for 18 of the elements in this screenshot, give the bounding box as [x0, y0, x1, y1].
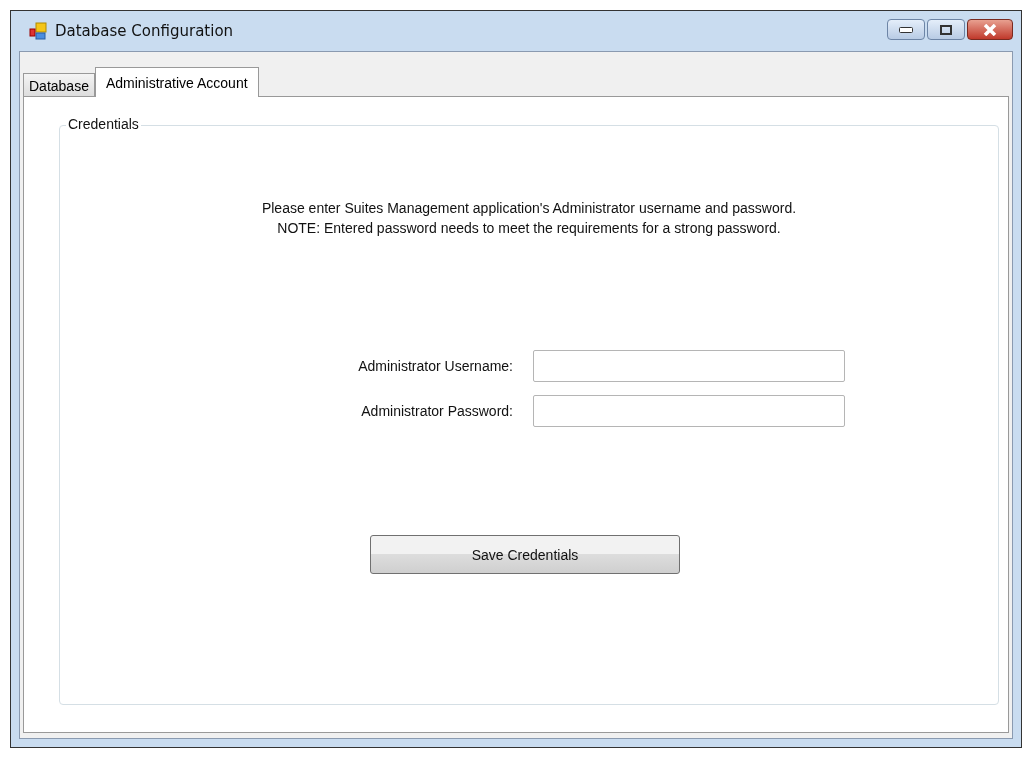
input-field[interactable]	[533, 350, 845, 382]
tab[interactable]: Database	[23, 73, 95, 97]
field-label: Administrator Username:	[357, 358, 513, 374]
instruction-text: Please enter Suites Management application's Administrator username and password.	[261, 199, 797, 218]
maximize-icon	[940, 24, 952, 35]
group-title: Credentials	[66, 116, 141, 132]
minimize-button[interactable]	[887, 19, 925, 40]
tab[interactable]: Administrative Account	[94, 67, 259, 97]
close-button[interactable]	[967, 19, 1013, 40]
maximize-button[interactable]	[927, 19, 965, 40]
app-icon	[29, 22, 47, 40]
close-icon	[983, 23, 997, 36]
window-title: Database Configuration	[55, 22, 234, 40]
instruction-text: NOTE: Entered password needs to meet the requirements for a strong password.	[276, 219, 782, 238]
minimize-icon	[899, 26, 913, 33]
input-field[interactable]	[533, 395, 845, 427]
save-button[interactable]: Save Credentials	[370, 535, 680, 574]
field-label: Administrator Password:	[360, 403, 513, 419]
